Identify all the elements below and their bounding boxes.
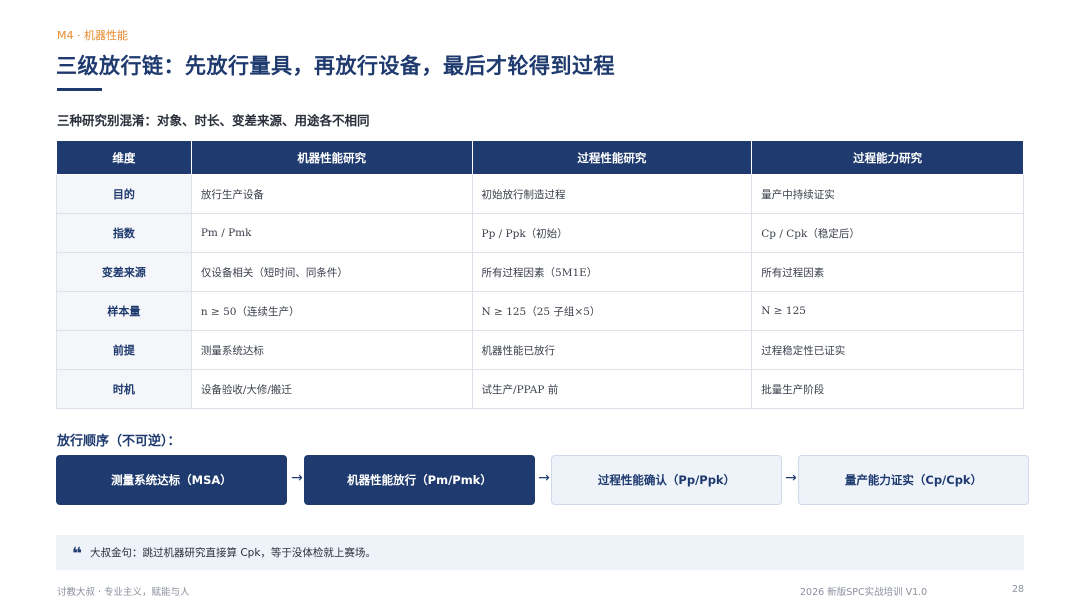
section-subtitle: 三种研究别混淆：对象、时长、变差来源、用途各不相同 bbox=[57, 113, 370, 128]
table-row: 目的 放行生产设备 初始放行制造过程 量产中持续证实 bbox=[56, 174, 1024, 214]
footer-course: 2026 新版SPC实战培训 V1.0 bbox=[800, 587, 928, 598]
quote-box: ❝ 大叔金句：跳过机器研究直接算 Cpk，等于没体检就上赛场。 bbox=[56, 535, 1024, 570]
flow-step-msa: 测量系统达标（MSA） bbox=[56, 455, 287, 505]
title-underline bbox=[57, 88, 102, 91]
comparison-table: 维度 机器性能研究 过程性能研究 过程能力研究 目的 放行生产设备 初始放行制造… bbox=[56, 140, 1024, 409]
arrow-right-icon: → bbox=[291, 470, 303, 486]
footer-brand: 讨教大叔 · 专业主义，赋能与人 bbox=[57, 587, 190, 598]
table-cell: Pm / Pmk bbox=[190, 213, 473, 253]
flow-step-capability: 量产能力证实（Cp/Cpk） bbox=[798, 455, 1029, 505]
page-title: 三级放行链：先放行量具，再放行设备，最后才轮得到过程 bbox=[56, 54, 615, 78]
table-row: 样本量 n ≥ 50（连续生产） N ≥ 125（25 子组×5） N ≥ 12… bbox=[56, 291, 1024, 331]
table-cell: Pp / Ppk（初始） bbox=[471, 213, 753, 253]
release-flow: 测量系统达标（MSA） → 机器性能放行（Pm/Pmk） → 过程性能确认（Pp… bbox=[56, 455, 1030, 505]
table-header-row: 维度 机器性能研究 过程性能研究 过程能力研究 bbox=[56, 140, 1024, 175]
flow-step-process-performance: 过程性能确认（Pp/Ppk） bbox=[551, 455, 782, 505]
quote-text: 大叔金句：跳过机器研究直接算 Cpk，等于没体检就上赛场。 bbox=[89, 547, 376, 559]
table-cell: n ≥ 50（连续生产） bbox=[190, 291, 473, 331]
table-row: 前提 测量系统达标 机器性能已放行 过程稳定性已证实 bbox=[56, 330, 1024, 370]
table-row: 时机 设备验收/大修/搬迁 试生产/PPAP 前 批量生产阶段 bbox=[56, 369, 1024, 409]
table-cell: 测量系统达标 bbox=[190, 330, 473, 370]
flow-step-machine-release: 机器性能放行（Pm/Pmk） bbox=[304, 455, 535, 505]
table-cell: 放行生产设备 bbox=[190, 174, 473, 214]
table-cell: 仅设备相关（短时间、同条件） bbox=[190, 252, 473, 292]
table-cell: 试生产/PPAP 前 bbox=[471, 369, 753, 409]
module-tag: M4 · 机器性能 bbox=[57, 29, 128, 42]
arrow-right-icon: → bbox=[538, 470, 550, 486]
arrow-right-icon: → bbox=[785, 470, 797, 486]
table-cell: 批量生产阶段 bbox=[751, 369, 1024, 409]
header-process-capability-study: 过程能力研究 bbox=[751, 140, 1024, 175]
flow-heading: 放行顺序（不可逆）： bbox=[57, 434, 181, 449]
table-cell: 过程稳定性已证实 bbox=[751, 330, 1024, 370]
table-row: 变差来源 仅设备相关（短时间、同条件） 所有过程因素（5M1E） 所有过程因素 bbox=[56, 252, 1024, 292]
header-machine-study: 机器性能研究 bbox=[190, 140, 473, 175]
header-dimension: 维度 bbox=[56, 140, 192, 175]
row-label: 指数 bbox=[56, 213, 192, 253]
table-cell: N ≥ 125 bbox=[751, 291, 1024, 331]
row-label: 样本量 bbox=[56, 291, 192, 331]
header-process-performance-study: 过程性能研究 bbox=[471, 140, 753, 175]
table-cell: 设备验收/大修/搬迁 bbox=[190, 369, 473, 409]
table-cell: 所有过程因素 bbox=[751, 252, 1024, 292]
table-cell: 机器性能已放行 bbox=[471, 330, 753, 370]
row-label: 前提 bbox=[56, 330, 192, 370]
table-cell: 初始放行制造过程 bbox=[471, 174, 753, 214]
row-label: 目的 bbox=[56, 174, 192, 214]
table-cell: Cp / Cpk（稳定后） bbox=[751, 213, 1024, 253]
table-cell: 所有过程因素（5M1E） bbox=[471, 252, 753, 292]
quote-mark-icon: ❝ bbox=[72, 544, 82, 564]
row-label: 变差来源 bbox=[56, 252, 192, 292]
page-number: 28 bbox=[1012, 584, 1025, 595]
table-cell: 量产中持续证实 bbox=[751, 174, 1024, 214]
row-label: 时机 bbox=[56, 369, 192, 409]
table-row: 指数 Pm / Pmk Pp / Ppk（初始） Cp / Cpk（稳定后） bbox=[56, 213, 1024, 253]
table-cell: N ≥ 125（25 子组×5） bbox=[471, 291, 753, 331]
